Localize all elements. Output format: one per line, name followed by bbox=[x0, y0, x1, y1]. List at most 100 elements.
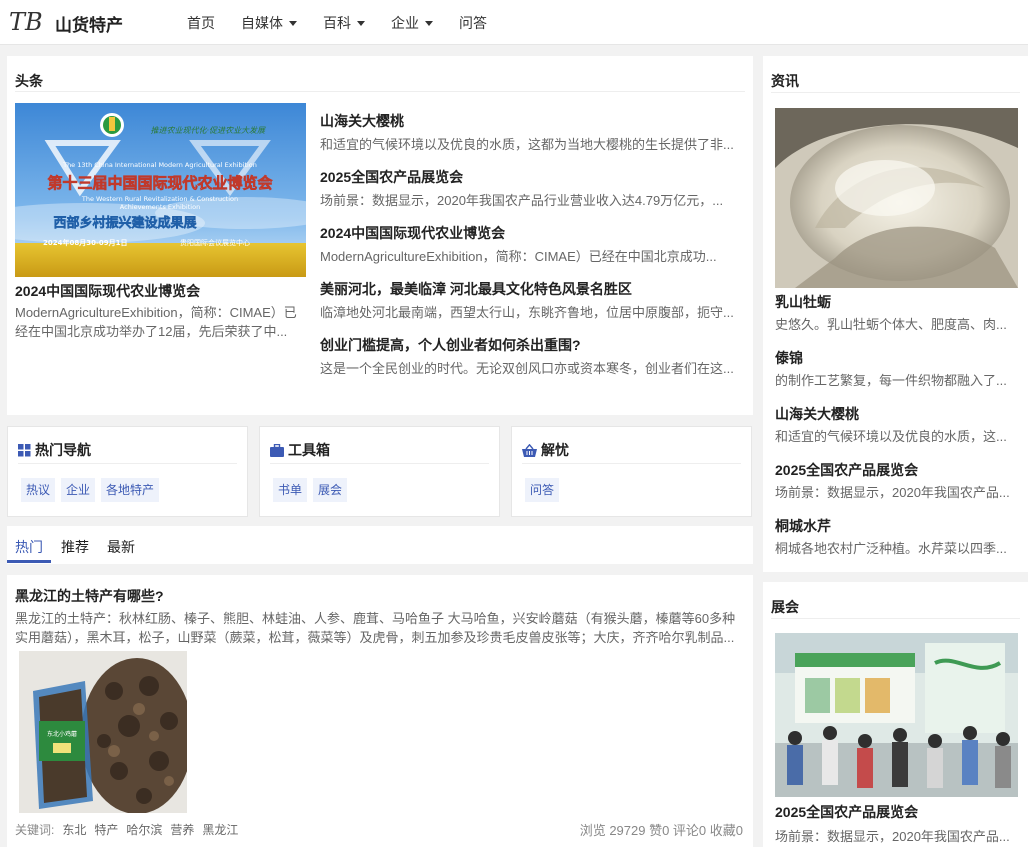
divider bbox=[270, 463, 489, 464]
list-item-title[interactable]: 2025全国农产品展览会 bbox=[320, 168, 741, 190]
list-item[interactable]: 美丽河北，最美临漳 河北最具文化特色风景名胜区 临漳地处河北最南端，西望太行山，… bbox=[320, 280, 741, 336]
tag-link[interactable]: 问答 bbox=[525, 478, 560, 502]
list-item[interactable]: 创业门槛提高，个人创业者如何杀出重围? 这是一个全民创业的时代。无论双创风口亦或… bbox=[320, 336, 741, 392]
nav-media[interactable]: 自媒体 bbox=[241, 13, 297, 33]
list-item[interactable]: 桐城水芹 桐城各地农村广泛种植。水芹菜以四季... bbox=[775, 516, 1020, 572]
headlines-card: 头条 推进农业现代化·促进农业大发展 The 13th China Intern… bbox=[7, 56, 753, 415]
basket-icon bbox=[522, 443, 537, 457]
list-item-desc: 和适宜的气候环境以及优良的水质，这都为当地大樱桃的生长提供了非... bbox=[320, 137, 734, 152]
keyword-link[interactable]: 东北 bbox=[62, 821, 86, 838]
article-image[interactable]: 东北小鸡蘑 bbox=[19, 651, 187, 813]
tab-recommend[interactable]: 推荐 bbox=[61, 537, 89, 557]
list-item-title[interactable]: 桐城水芹 bbox=[775, 516, 1020, 538]
tag-list: 问答 bbox=[525, 478, 565, 502]
list-item-desc: 场前景：数据显示，2020年我国农产品行业营业收入达4.79万亿元，... bbox=[320, 193, 724, 208]
list-item[interactable]: 2025全国农产品展览会 场前景：数据显示，2020年我国农产品行业营业收入达4… bbox=[320, 168, 741, 224]
grid-icon bbox=[18, 443, 31, 456]
expo-card: 展会 2025全国农产品展览会 场前景：数据显示，2020年我国农产品... bbox=[763, 582, 1028, 847]
svg-text:东北小鸡蘑: 东北小鸡蘑 bbox=[47, 730, 77, 738]
expo-item-title[interactable]: 2025全国农产品展览会 bbox=[775, 802, 918, 822]
keyword-link[interactable]: 营养 bbox=[170, 821, 194, 838]
tag-list: 热议 企业 各地特产 bbox=[21, 478, 165, 502]
svg-text:TB: TB bbox=[9, 8, 43, 36]
article-stats: 浏览 29729 赞0 评论0 收藏0 bbox=[579, 823, 743, 838]
list-item-title[interactable]: 山海关大樱桃 bbox=[775, 404, 1020, 426]
article-desc: 黑龙江的土特产：秋林红肠、榛子、熊胆、林蛙油、人参、鹿茸、马哈鱼子 大马哈鱼，兴… bbox=[15, 611, 736, 645]
tab-hot[interactable]: 热门 bbox=[15, 537, 43, 557]
site-logo[interactable]: TB bbox=[8, 6, 44, 36]
list-item-desc: 桐城各地农村广泛种植。水芹菜以四季... bbox=[775, 541, 1007, 556]
divider bbox=[18, 463, 237, 464]
list-item-title[interactable]: 2024中国国际现代农业博览会 bbox=[320, 224, 741, 246]
feed-tabs: 热门 推荐 最新 bbox=[7, 526, 753, 564]
headline-main-title[interactable]: 2024中国国际现代农业博览会 bbox=[15, 281, 200, 301]
news-image[interactable] bbox=[775, 108, 1018, 288]
top-navbar: TB 山货特产 首页 自媒体 百科 企业 问答 bbox=[0, 0, 1028, 45]
list-item-title[interactable]: 山海关大樱桃 bbox=[320, 112, 741, 134]
divider bbox=[771, 618, 1020, 619]
expo-title: 展会 bbox=[771, 599, 799, 615]
list-item[interactable]: 乳山牡蛎 史悠久。乳山牡蛎个体大、肥度高、肉... bbox=[775, 292, 1020, 348]
list-item-desc: 的制作工艺繁复，每一件织物都融入了... bbox=[775, 373, 1007, 388]
hot-nav-card: 热门导航 热议 企业 各地特产 bbox=[7, 426, 248, 517]
list-item[interactable]: 山海关大樱桃 和适宜的气候环境以及优良的水质，这都为当地大樱桃的生长提供了非..… bbox=[320, 112, 741, 168]
list-item-title[interactable]: 乳山牡蛎 bbox=[775, 292, 1020, 314]
news-card: 资讯 乳山牡蛎 史悠久。乳山牡蛎个体大、肥度高、肉... 傣锦 的制作工艺繁复，… bbox=[763, 56, 1028, 572]
svg-text:The 13th China International M: The 13th China International Modern Agri… bbox=[62, 161, 257, 169]
toolbox-icon bbox=[270, 443, 284, 457]
keyword-link[interactable]: 特产 bbox=[94, 821, 118, 838]
list-item[interactable]: 2025全国农产品展览会 场前景：数据显示，2020年我国农产品... bbox=[775, 460, 1020, 516]
site-name[interactable]: 山货特产 bbox=[55, 11, 123, 36]
tag-link[interactable]: 展会 bbox=[313, 478, 348, 502]
list-item-title[interactable]: 2025全国农产品展览会 bbox=[775, 460, 1020, 482]
headline-banner-image[interactable]: 推进农业现代化·促进农业大发展 The 13th China Internati… bbox=[15, 103, 306, 277]
help-card: 解忧 问答 bbox=[511, 426, 752, 517]
svg-text:第十三届中国国际现代农业博览会: 第十三届中国国际现代农业博览会 bbox=[47, 174, 272, 192]
tag-link[interactable]: 企业 bbox=[61, 478, 96, 502]
list-item-title[interactable]: 傣锦 bbox=[775, 348, 1020, 370]
active-tab-indicator bbox=[7, 560, 51, 563]
news-list: 乳山牡蛎 史悠久。乳山牡蛎个体大、肥度高、肉... 傣锦 的制作工艺繁复，每一件… bbox=[775, 292, 1020, 572]
tag-list: 书单 展会 bbox=[273, 478, 353, 502]
article-title[interactable]: 黑龙江的土特产有哪些? bbox=[15, 586, 164, 606]
nav-company[interactable]: 企业 bbox=[391, 13, 433, 33]
list-item[interactable]: 2024中国国际现代农业博览会 ModernAgricultureExhibit… bbox=[320, 224, 741, 280]
keyword-link[interactable]: 哈尔滨 bbox=[126, 821, 162, 838]
nav-home[interactable]: 首页 bbox=[187, 13, 215, 33]
tag-link[interactable]: 热议 bbox=[21, 478, 56, 502]
svg-text:推进农业现代化·促进农业大发展: 推进农业现代化·促进农业大发展 bbox=[150, 126, 266, 135]
nav-qa[interactable]: 问答 bbox=[459, 13, 487, 33]
list-item[interactable]: 傣锦 的制作工艺繁复，每一件织物都融入了... bbox=[775, 348, 1020, 404]
keywords-label: 关键词: bbox=[15, 823, 55, 837]
headlines-title: 头条 bbox=[15, 73, 43, 89]
keyword-link[interactable]: 黑龙江 bbox=[202, 821, 238, 838]
card-title: 工具箱 bbox=[288, 442, 330, 458]
svg-text:2024年08月30-09月1日: 2024年08月30-09月1日 bbox=[43, 238, 127, 247]
list-item-desc: ModernAgricultureExhibition，简称：CIMAE）已经在… bbox=[320, 249, 717, 264]
list-item-title[interactable]: 创业门槛提高，个人创业者如何杀出重围? bbox=[320, 336, 741, 358]
main-nav: 首页 自媒体 百科 企业 问答 bbox=[187, 13, 513, 33]
nav-wiki[interactable]: 百科 bbox=[323, 13, 365, 33]
tag-link[interactable]: 各地特产 bbox=[101, 478, 160, 502]
list-item-desc: 临漳地处河北最南端，西望太行山，东眺齐鲁地，位居中原腹部，扼守... bbox=[320, 305, 734, 320]
list-item[interactable]: 山海关大樱桃 和适宜的气候环境以及优良的水质，这... bbox=[775, 404, 1020, 460]
caret-down-icon bbox=[425, 20, 433, 26]
svg-text:The Western Rural Revitalizati: The Western Rural Revitalization & Const… bbox=[81, 195, 238, 203]
news-title: 资讯 bbox=[771, 73, 799, 89]
article-card: 黑龙江的土特产有哪些? 黑龙江的土特产：秋林红肠、榛子、熊胆、林蛙油、人参、鹿茸… bbox=[7, 575, 753, 847]
list-item-desc: 场前景：数据显示，2020年我国农产品... bbox=[775, 485, 1010, 500]
list-item-desc: 这是一个全民创业的时代。无论双创风口亦或资本寒冬，创业者们在这... bbox=[320, 361, 734, 376]
divider bbox=[15, 91, 745, 92]
toolbox-card: 工具箱 书单 展会 bbox=[259, 426, 500, 517]
tab-latest[interactable]: 最新 bbox=[107, 537, 135, 557]
card-title: 解忧 bbox=[541, 442, 569, 458]
headline-main-desc: ModernAgricultureExhibition，简称：CIMAE）已经在… bbox=[15, 305, 297, 339]
caret-down-icon bbox=[357, 20, 365, 26]
card-title: 热门导航 bbox=[35, 442, 91, 458]
list-item-title[interactable]: 美丽河北，最美临漳 河北最具文化特色风景名胜区 bbox=[320, 280, 741, 302]
svg-text:西部乡村振兴建设成果展: 西部乡村振兴建设成果展 bbox=[53, 215, 197, 231]
expo-image[interactable] bbox=[775, 633, 1018, 797]
list-item-desc: 和适宜的气候环境以及优良的水质，这... bbox=[775, 429, 1007, 444]
caret-down-icon bbox=[289, 20, 297, 26]
tag-link[interactable]: 书单 bbox=[273, 478, 308, 502]
